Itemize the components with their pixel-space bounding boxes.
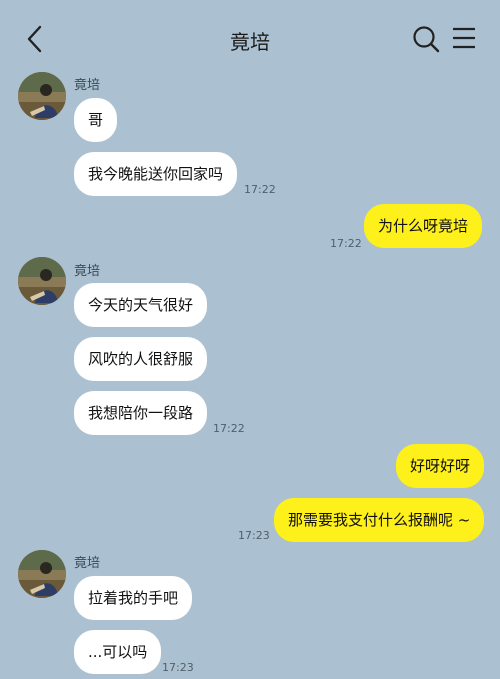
avatar[interactable] — [18, 72, 66, 120]
sender-name: 竟培 — [74, 556, 101, 571]
message-time: 17:23 — [238, 529, 270, 542]
message-bubble[interactable]: 我想陪你一段路 — [74, 391, 208, 435]
sender-name: 竟培 — [74, 264, 101, 279]
message-time: 17:22 — [330, 237, 362, 250]
avatar-photo — [18, 257, 66, 305]
message-time: 17:22 — [244, 183, 276, 196]
avatar[interactable] — [18, 257, 66, 305]
message-bubble[interactable]: 今天的天气很好 — [74, 283, 208, 327]
search-icon[interactable] — [411, 24, 441, 54]
avatar-photo — [18, 550, 66, 598]
message-bubble[interactable]: 风吹的人很舒服 — [74, 337, 208, 381]
message-time: 17:22 — [213, 422, 245, 435]
message-bubble-mine[interactable]: 好呀好呀 — [396, 444, 485, 488]
message-bubble[interactable]: ...可以吗 — [74, 630, 162, 674]
sender-name: 竟培 — [74, 78, 101, 93]
menu-icon[interactable] — [451, 25, 477, 51]
avatar-photo — [18, 72, 66, 120]
message-bubble[interactable]: 哥 — [74, 98, 118, 142]
message-time: 17:23 — [162, 661, 194, 674]
message-bubble[interactable]: 拉着我的手吧 — [74, 576, 193, 620]
message-bubble-mine[interactable]: 那需要我支付什么报酬呢 ~ — [274, 498, 485, 542]
message-bubble-mine[interactable]: 为什么呀竟培 — [364, 204, 483, 248]
chat-header: 竟培 — [0, 0, 500, 76]
message-bubble[interactable]: 我今晚能送你回家吗 — [74, 152, 238, 196]
avatar[interactable] — [18, 550, 66, 598]
